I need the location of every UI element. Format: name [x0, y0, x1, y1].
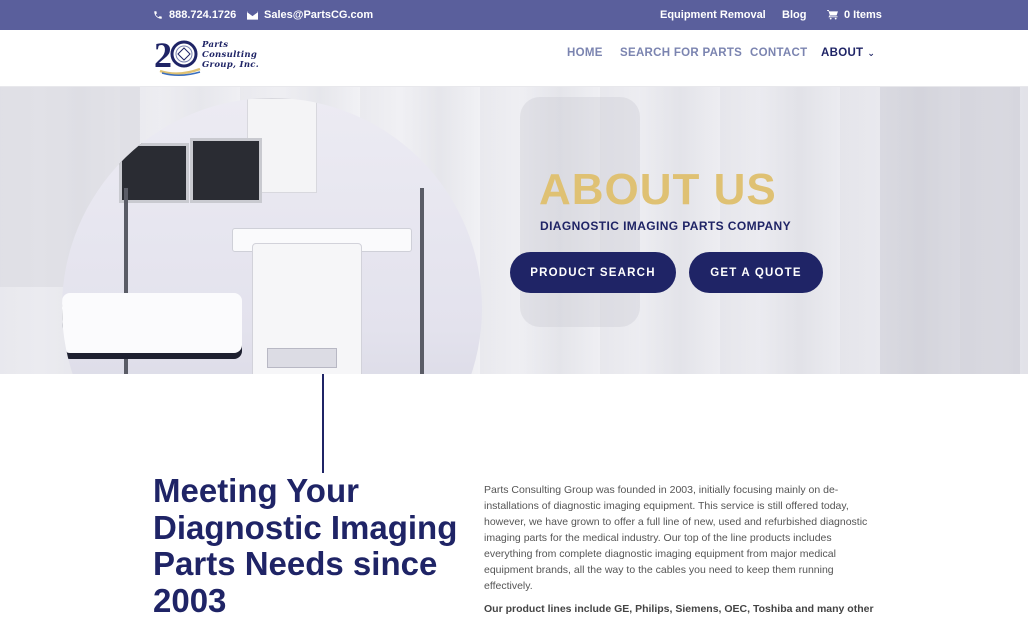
- phone-link[interactable]: 888.724.1726: [153, 0, 236, 30]
- divider-line: [322, 374, 324, 473]
- monitor-screen: [190, 138, 262, 203]
- product-lines-text: Our product lines include GE, Philips, S…: [484, 603, 874, 615]
- hero-title: ABOUT US: [539, 165, 777, 214]
- nav-search-for-parts[interactable]: SEARCH FOR PARTS: [620, 47, 742, 59]
- phone-number: 888.724.1726: [169, 9, 237, 21]
- blog-label: Blog: [782, 9, 807, 21]
- cart-drawer: [267, 348, 337, 368]
- envelope-icon: [247, 10, 258, 20]
- site-logo[interactable]: 2 Parts Consulting Group, Inc.: [154, 33, 282, 77]
- blog-link[interactable]: Blog: [782, 0, 806, 30]
- top-bar: 888.724.1726 Sales@PartsCG.com Equipment…: [0, 0, 1028, 30]
- nav-about[interactable]: ABOUT ⌄: [821, 47, 875, 59]
- logo-line-2: Consulting: [202, 50, 258, 60]
- email-link[interactable]: Sales@PartsCG.com: [247, 0, 373, 30]
- patient-bed: [62, 293, 242, 353]
- hero-section: ABOUT US DIAGNOSTIC IMAGING PARTS COMPAN…: [0, 87, 1028, 374]
- cart-icon: [827, 10, 838, 20]
- nav-contact[interactable]: CONTACT: [750, 47, 807, 59]
- hero-background-equipment: [880, 87, 1020, 374]
- about-paragraph: Parts Consulting Group was founded in 20…: [484, 484, 868, 592]
- nav-home[interactable]: HOME: [567, 47, 603, 59]
- product-search-button[interactable]: PRODUCT SEARCH: [510, 252, 676, 293]
- hero-subtitle: DIAGNOSTIC IMAGING PARTS COMPANY: [540, 219, 792, 233]
- monitor-screen: [119, 143, 189, 203]
- svg-text:2: 2: [154, 35, 172, 75]
- equipment-removal-label: Equipment Removal: [660, 9, 766, 21]
- logo-emblem: 2: [154, 35, 201, 76]
- phone-icon: [154, 11, 162, 19]
- site-header: 2 Parts Consulting Group, Inc. HOME SEAR…: [0, 30, 1028, 87]
- chevron-down-icon: ⌄: [867, 48, 876, 58]
- equipment-removal-link[interactable]: Equipment Removal: [660, 0, 766, 30]
- get-a-quote-button[interactable]: GET A QUOTE: [689, 252, 823, 293]
- section-heading: Meeting Your Diagnostic Imaging Parts Ne…: [153, 472, 458, 619]
- cart-count: 0 Items: [844, 9, 882, 21]
- logo-line-3: Group, Inc.: [202, 60, 260, 70]
- logo-text: Parts Consulting Group, Inc.: [202, 40, 259, 70]
- logo-line-1: Parts: [202, 40, 229, 50]
- email-address: Sales@PartsCG.com: [264, 9, 374, 21]
- cart-link[interactable]: 0 Items: [827, 0, 882, 30]
- nav-about-label: ABOUT: [821, 47, 864, 59]
- iv-pole: [420, 188, 424, 374]
